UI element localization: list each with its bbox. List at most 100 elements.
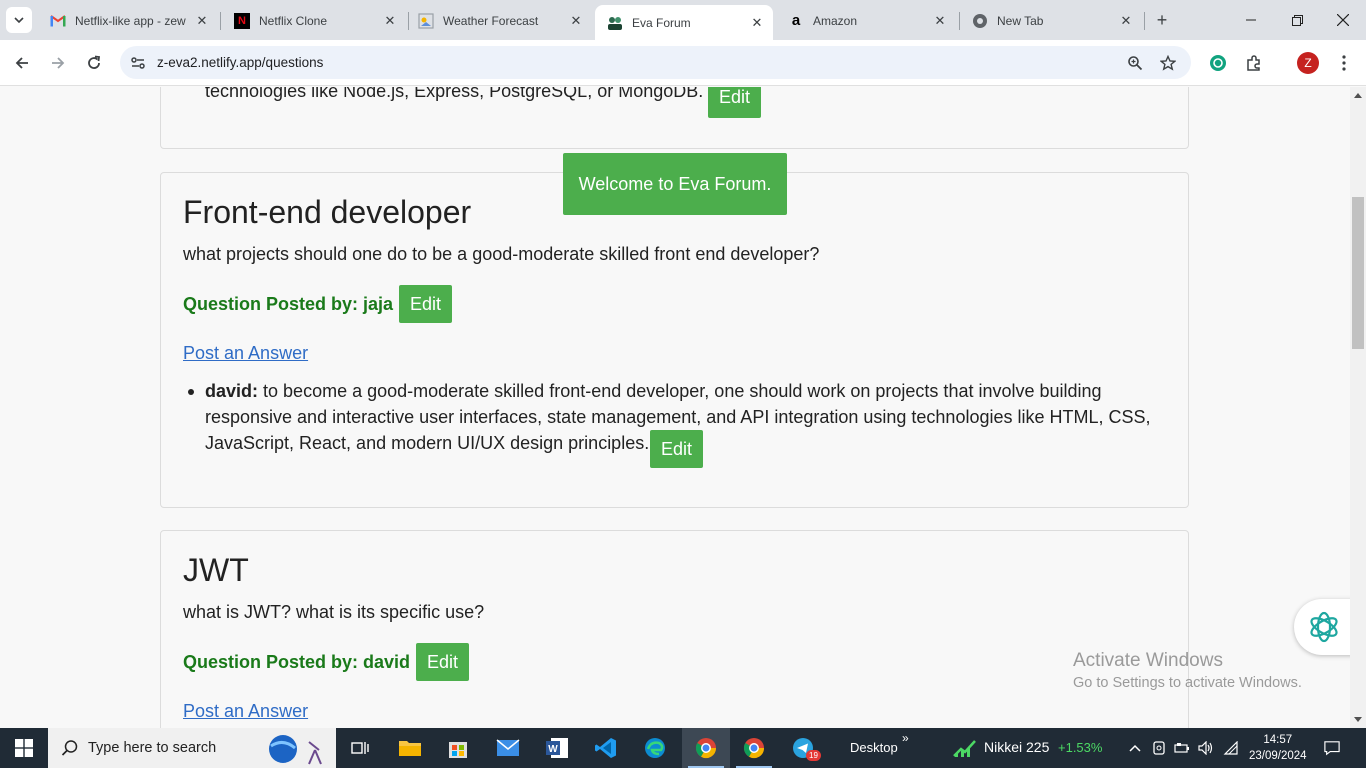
taskbar-search-box[interactable]: Type here to search	[48, 728, 336, 768]
browser-tab-strip: Netflix-like app - zew ✕ N Netflix Clone…	[0, 0, 1366, 40]
close-icon[interactable]: ✕	[932, 13, 948, 29]
windows-logo-icon	[15, 739, 33, 757]
watermark-title: Activate Windows	[1073, 650, 1223, 671]
desktop-overflow-chevron[interactable]: »	[902, 731, 909, 745]
volume-icon[interactable]	[1198, 740, 1214, 756]
reload-button[interactable]	[79, 48, 109, 78]
question-title: JWT	[183, 552, 249, 588]
stock-change: +1.53%	[1058, 740, 1103, 755]
close-icon[interactable]: ✕	[749, 15, 765, 31]
chrome-profile-button[interactable]	[730, 728, 778, 768]
wifi-icon[interactable]	[1223, 740, 1239, 756]
page-viewport: technologies like Node.js, Express, Post…	[0, 87, 1350, 728]
clock-date: 23/09/2024	[1249, 750, 1307, 762]
more-menu-icon[interactable]	[1333, 52, 1355, 74]
weather-icon	[418, 12, 434, 29]
forum-icon	[607, 15, 623, 31]
device-icon[interactable]	[1151, 740, 1167, 756]
edit-question-button[interactable]: Edit	[399, 285, 453, 323]
zoom-icon[interactable]	[1125, 53, 1145, 73]
tab-title: Weather Forecast	[443, 13, 539, 28]
task-view-button[interactable]	[336, 728, 384, 768]
word-icon: W	[546, 738, 568, 758]
edge-icon	[645, 738, 665, 758]
edge-button[interactable]	[631, 728, 679, 768]
start-button[interactable]	[0, 728, 48, 768]
post-answer-link[interactable]: Post an Answer	[183, 701, 308, 722]
minimize-button[interactable]	[1228, 0, 1274, 40]
edit-answer-button[interactable]: Edit	[650, 430, 704, 468]
site-settings-icon[interactable]	[129, 54, 147, 72]
scroll-down-icon[interactable]	[1354, 717, 1362, 722]
windows-taskbar: Type here to search W 19 Desktop » Nikke…	[0, 728, 1366, 768]
word-button[interactable]: W	[533, 728, 581, 768]
restore-button[interactable]	[1274, 0, 1320, 40]
list-bullet	[188, 389, 194, 395]
activate-windows-watermark: Activate Windows Go to Settings to activ…	[1073, 650, 1302, 691]
scroll-up-icon[interactable]	[1354, 93, 1362, 98]
address-bar[interactable]: z-eva2.netlify.app/questions	[120, 46, 1191, 79]
mail-button[interactable]	[484, 728, 532, 768]
url-text[interactable]: z-eva2.netlify.app/questions	[157, 55, 323, 70]
chrome-taskbar-button[interactable]	[682, 728, 730, 768]
extensions-icon[interactable]	[1243, 52, 1265, 74]
close-icon[interactable]: ✕	[194, 13, 210, 29]
arrow-left-icon	[15, 57, 28, 69]
system-clock[interactable]: 14:57 23/09/2024	[1249, 732, 1307, 764]
tab-amazon[interactable]: a Amazon ✕	[776, 5, 956, 36]
page-scrollbar[interactable]	[1350, 87, 1366, 728]
assistant-icon	[1310, 611, 1338, 643]
forward-button[interactable]	[43, 48, 73, 78]
tab-eva-forum[interactable]: Eva Forum ✕	[595, 5, 773, 40]
svg-text:W: W	[548, 744, 558, 755]
tab-title: Eva Forum	[632, 15, 691, 30]
arrow-right-icon	[52, 57, 65, 69]
notifications-icon[interactable]	[1324, 740, 1340, 756]
post-answer-link[interactable]: Post an Answer	[183, 343, 308, 364]
answer-text: technologies like Node.js, Express, Post…	[205, 87, 704, 101]
scrollbar-thumb[interactable]	[1352, 197, 1364, 349]
chatgpt-extension-icon[interactable]	[1207, 52, 1229, 74]
search-icon	[61, 740, 78, 756]
tab-weather-forecast[interactable]: Weather Forecast ✕	[406, 5, 592, 36]
tab-title: New Tab	[997, 13, 1044, 28]
new-tab-button[interactable]: +	[1151, 9, 1173, 31]
tab-netflix-clone[interactable]: N Netflix Clone ✕	[222, 5, 406, 36]
close-icon	[1337, 14, 1349, 26]
close-window-button[interactable]	[1320, 0, 1366, 40]
battery-icon[interactable]	[1174, 740, 1190, 756]
assistant-float-button[interactable]	[1294, 599, 1350, 655]
edit-button[interactable]: Edit	[708, 87, 762, 118]
edit-question-button[interactable]: Edit	[416, 643, 470, 681]
welcome-toast: Welcome to Eva Forum.	[563, 153, 787, 215]
tab-title: Amazon	[813, 13, 858, 28]
show-hidden-icons-icon[interactable]	[1127, 740, 1143, 756]
telegram-button[interactable]: 19	[779, 728, 827, 768]
close-icon[interactable]: ✕	[568, 13, 584, 29]
stock-name[interactable]: Nikkei 225	[984, 739, 1049, 755]
question-title: Front-end developer	[183, 194, 472, 230]
profile-avatar[interactable]: Z	[1297, 52, 1319, 74]
search-highlight-icon	[269, 735, 322, 765]
close-icon[interactable]: ✕	[382, 13, 398, 29]
chrome-icon	[695, 738, 717, 759]
question-card: JWT what is JWT? what is its specific us…	[160, 530, 1189, 728]
tab-new-tab[interactable]: New Tab ✕	[960, 5, 1142, 36]
question-description: what projects should one do to be a good…	[183, 244, 820, 264]
minimize-icon	[1246, 19, 1256, 21]
vscode-button[interactable]	[582, 728, 630, 768]
posted-by-label: Question Posted by: jaja	[183, 294, 394, 314]
tab-title: Netflix Clone	[259, 13, 328, 28]
desktop-toolbar-label[interactable]: Desktop	[850, 740, 898, 755]
file-explorer-button[interactable]	[386, 728, 434, 768]
microsoft-store-button[interactable]	[434, 728, 482, 768]
tab-netflix-like-app[interactable]: Netflix-like app - zew ✕	[38, 5, 218, 36]
vscode-icon	[595, 738, 616, 758]
bookmark-star-icon[interactable]	[1158, 53, 1178, 73]
restore-icon	[1291, 14, 1303, 26]
search-placeholder: Type here to search	[88, 740, 217, 756]
close-icon[interactable]: ✕	[1118, 13, 1134, 29]
tab-search-button[interactable]	[6, 7, 32, 33]
netflix-icon: N	[234, 12, 250, 29]
back-button[interactable]	[7, 48, 37, 78]
